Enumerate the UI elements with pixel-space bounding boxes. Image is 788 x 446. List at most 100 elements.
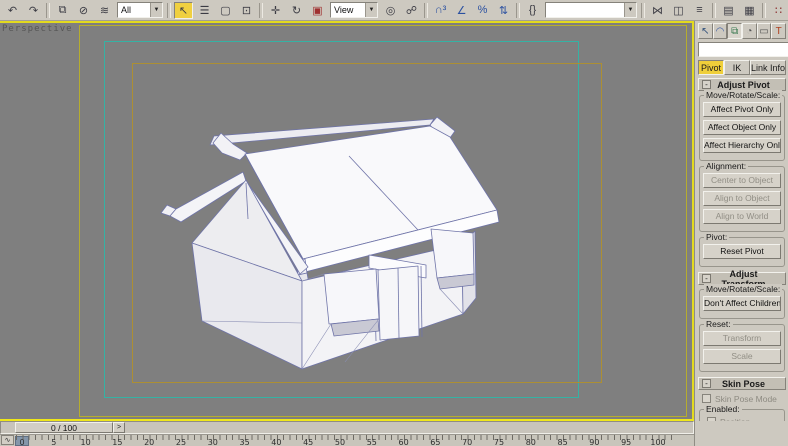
frame-label-5: 5 bbox=[51, 438, 56, 446]
select-and-rotate-icon[interactable]: ↻ bbox=[287, 2, 306, 19]
window-crossing-icon[interactable]: ⊡ bbox=[237, 2, 256, 19]
max-window: ↶↷⧉⊘≋All▼↖☰▢⊡✛↻▣View▼◎☍∩³∠%⇅{}▼⋈◫≡▤▦∷♨Vi… bbox=[0, 0, 788, 446]
align-icon[interactable]: ◫ bbox=[669, 2, 688, 19]
toolbar-separator bbox=[259, 3, 263, 18]
track-bar[interactable]: 0510152025303540455055606570758085909510… bbox=[0, 434, 694, 446]
chevron-down-icon[interactable]: ▼ bbox=[624, 3, 636, 17]
percent-snap-icon[interactable]: % bbox=[473, 2, 492, 19]
affect-pivot-only-button[interactable]: Affect Pivot Only bbox=[703, 102, 781, 117]
toolbar-separator bbox=[424, 3, 428, 18]
tab-create-icon[interactable]: ↖ bbox=[698, 23, 713, 39]
checkbox-icon bbox=[702, 394, 711, 403]
tab-utilities-icon[interactable]: T bbox=[771, 23, 786, 39]
align-to-world-button: Align to World bbox=[703, 209, 781, 224]
subtab-ik[interactable]: IK bbox=[724, 60, 750, 75]
rollout-title: Adjust Pivot bbox=[714, 80, 785, 90]
angle-snap-icon[interactable]: ∠ bbox=[452, 2, 471, 19]
tab-modify-icon[interactable]: ◠ bbox=[713, 23, 728, 39]
toolbar-separator bbox=[762, 3, 766, 18]
rollout-header-skin-pose[interactable]: -Skin Pose bbox=[698, 377, 786, 390]
select-object-icon[interactable]: ↖ bbox=[174, 2, 193, 19]
frame-label-10: 10 bbox=[81, 438, 91, 446]
tab-display-icon[interactable]: ▭ bbox=[757, 23, 772, 39]
bottom-right-filler bbox=[694, 421, 788, 446]
command-panel-tabs: ↖◠⧉◔▭T bbox=[698, 23, 786, 40]
tab-motion-icon[interactable]: ◔ bbox=[742, 23, 757, 39]
mirror-icon[interactable]: ⋈ bbox=[648, 2, 667, 19]
perspective-viewport[interactable]: Perspective bbox=[0, 23, 694, 419]
frame-label-20: 20 bbox=[144, 438, 154, 446]
redo-icon[interactable]: ↷ bbox=[24, 2, 43, 19]
frame-label-75: 75 bbox=[494, 438, 504, 446]
collapse-icon[interactable]: - bbox=[702, 274, 711, 283]
named-selection-sets-dropdown[interactable]: ▼ bbox=[545, 2, 637, 18]
layer-manager-icon[interactable]: ≡ bbox=[690, 2, 709, 19]
center-to-object-button: Center to Object bbox=[703, 173, 781, 188]
curve-editor-icon[interactable]: ▤ bbox=[719, 2, 738, 19]
group-move-rotate-scale-: Move/Rotate/Scale:Affect Pivot OnlyAffec… bbox=[699, 95, 785, 161]
frame-label-45: 45 bbox=[303, 438, 313, 446]
group-label: Reset: bbox=[704, 319, 733, 329]
viewport-label[interactable]: Perspective bbox=[2, 24, 73, 34]
spinner-snap-icon[interactable]: ⇅ bbox=[494, 2, 513, 19]
group-label: Enabled: bbox=[704, 404, 742, 414]
select-and-manipulate-icon[interactable]: ☍ bbox=[402, 2, 421, 19]
group-label: Move/Rotate/Scale: bbox=[704, 90, 782, 100]
schematic-view-icon[interactable]: ▦ bbox=[740, 2, 759, 19]
reference-coord-system-dropdown-value: View bbox=[331, 5, 365, 15]
reset-pivot-button[interactable]: Reset Pivot bbox=[703, 244, 781, 259]
frame-label-90: 90 bbox=[589, 438, 599, 446]
time-slider-track[interactable]: 0 / 100 > bbox=[0, 421, 694, 434]
open-mini-curve-editor-icon[interactable]: ∿ bbox=[1, 435, 14, 445]
next-frame-button[interactable]: > bbox=[113, 422, 125, 433]
frame-label-0: 0 bbox=[19, 438, 24, 446]
rect-selection-region-icon[interactable]: ▢ bbox=[216, 2, 235, 19]
frame-label-15: 15 bbox=[112, 438, 122, 446]
don-t-affect-children-button[interactable]: Don't Affect Children bbox=[703, 296, 781, 311]
selection-filter-dropdown-value: All bbox=[118, 5, 150, 15]
affect-object-only-button[interactable]: Affect Object Only bbox=[703, 120, 781, 135]
align-to-object-button: Align to Object bbox=[703, 191, 781, 206]
toolbar-separator bbox=[46, 3, 50, 18]
chevron-down-icon[interactable]: ▼ bbox=[150, 3, 162, 17]
subtab-link-info[interactable]: Link Info bbox=[750, 60, 786, 75]
affect-hierarchy-only-button[interactable]: Affect Hierarchy Only bbox=[703, 138, 781, 153]
collapse-icon[interactable]: - bbox=[702, 80, 711, 89]
time-slider-handle[interactable]: 0 / 100 bbox=[15, 422, 113, 433]
select-and-move-icon[interactable]: ✛ bbox=[266, 2, 285, 19]
material-editor-icon[interactable]: ∷ bbox=[769, 2, 788, 19]
toolbar-separator bbox=[167, 3, 171, 18]
frame-label-85: 85 bbox=[558, 438, 568, 446]
frame-label-50: 50 bbox=[335, 438, 345, 446]
group-pivot-: Pivot:Reset Pivot bbox=[699, 237, 785, 267]
group-alignment-: Alignment:Center to ObjectAlign to Objec… bbox=[699, 166, 785, 232]
snap-toggle-3d-icon[interactable]: ∩³ bbox=[431, 2, 450, 19]
selection-filter-dropdown[interactable]: All▼ bbox=[117, 2, 163, 18]
rollout-container: -Adjust PivotMove/Rotate/Scale:Affect Pi… bbox=[698, 78, 786, 446]
select-by-name-icon[interactable]: ☰ bbox=[195, 2, 214, 19]
group-label: Alignment: bbox=[704, 161, 748, 171]
select-and-link-icon[interactable]: ⧉ bbox=[53, 2, 72, 19]
reference-coord-system-dropdown[interactable]: View▼ bbox=[330, 2, 378, 18]
frame-label-25: 25 bbox=[176, 438, 186, 446]
frame-label-55: 55 bbox=[367, 438, 377, 446]
safe-frame-title-safe bbox=[132, 63, 602, 383]
edit-named-selection-sets-icon[interactable]: {} bbox=[523, 2, 542, 19]
scale-button: Scale bbox=[703, 349, 781, 364]
subtab-pivot[interactable]: Pivot bbox=[698, 60, 724, 75]
unlink-selection-icon[interactable]: ⊘ bbox=[74, 2, 93, 19]
name-and-color-row bbox=[698, 42, 786, 57]
select-and-scale-icon[interactable]: ▣ bbox=[308, 2, 327, 19]
main-toolbar: ↶↷⧉⊘≋All▼↖☰▢⊡✛↻▣View▼◎☍∩³∠%⇅{}▼⋈◫≡▤▦∷♨Vi… bbox=[0, 0, 788, 21]
group-label: Move/Rotate/Scale: bbox=[704, 284, 782, 294]
toolbar-separator bbox=[712, 3, 716, 18]
undo-icon[interactable]: ↶ bbox=[3, 2, 22, 19]
tab-hierarchy-icon[interactable]: ⧉ bbox=[727, 23, 742, 39]
collapse-icon[interactable]: - bbox=[702, 379, 711, 388]
frame-label-80: 80 bbox=[526, 438, 536, 446]
use-pivot-point-center-icon[interactable]: ◎ bbox=[381, 2, 400, 19]
transform-button: Transform bbox=[703, 331, 781, 346]
object-name-field[interactable] bbox=[698, 42, 788, 57]
bind-to-space-warp-icon[interactable]: ≋ bbox=[95, 2, 114, 19]
chevron-down-icon[interactable]: ▼ bbox=[365, 3, 377, 17]
